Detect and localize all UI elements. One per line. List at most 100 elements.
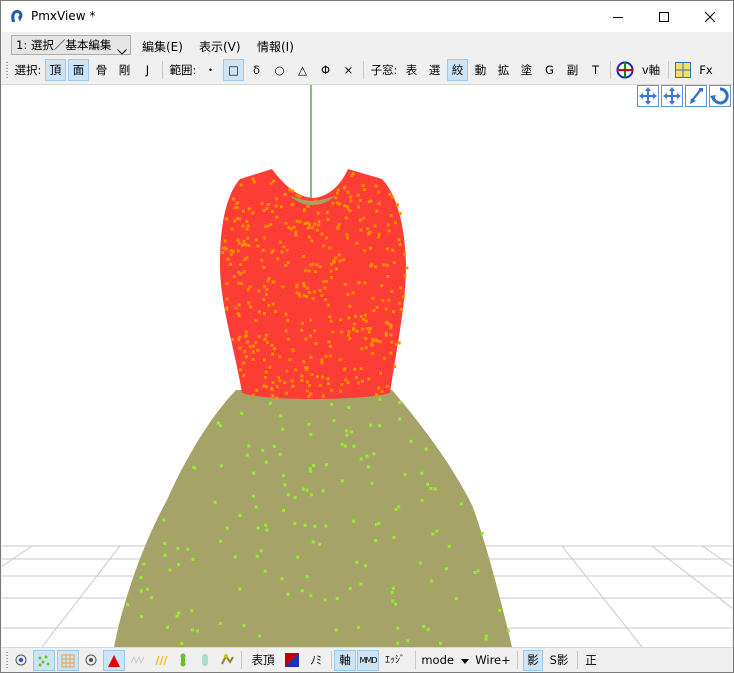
close-button[interactable] xyxy=(687,1,733,32)
range-circle-button[interactable]: ○ xyxy=(269,59,290,81)
child-t-button[interactable]: T xyxy=(585,59,606,81)
range-phi-button[interactable]: Φ xyxy=(315,59,336,81)
vertex-point xyxy=(258,310,262,314)
show-faces-button[interactable] xyxy=(103,650,125,671)
statusbar-grip[interactable] xyxy=(6,652,8,668)
v-axis-icon-button[interactable] xyxy=(614,59,636,81)
vertex-point xyxy=(399,286,403,290)
material-color-button[interactable] xyxy=(281,650,303,671)
orthographic-toggle[interactable]: 正 xyxy=(581,650,601,671)
wire-plus-toggle[interactable]: Wire+ xyxy=(473,650,513,671)
vertex-point xyxy=(240,412,244,415)
vertex-point xyxy=(382,263,386,267)
show-points-button[interactable] xyxy=(11,650,31,671)
child-sub-button[interactable]: 副 xyxy=(562,59,583,81)
vertex-point xyxy=(340,442,344,446)
vertex-point xyxy=(261,248,265,252)
vertex-point xyxy=(236,238,240,242)
fx-icon-button[interactable] xyxy=(673,59,693,81)
child-paint-button[interactable]: 塗 xyxy=(516,59,537,81)
vertex-point xyxy=(229,253,233,257)
viewport-canvas[interactable] xyxy=(2,85,732,647)
edge-toggle[interactable]: ｴｯｼﾞ xyxy=(381,650,409,671)
vertex-point xyxy=(352,327,355,331)
child-select-button[interactable]: 選 xyxy=(424,59,445,81)
shadow-toggle[interactable]: 影 xyxy=(523,650,543,671)
pan-xy-button[interactable] xyxy=(637,85,659,107)
vertex-point xyxy=(409,439,413,443)
vertex-point xyxy=(257,289,261,293)
vertex-point xyxy=(352,322,356,326)
vertex-point xyxy=(237,241,241,245)
show-vertex-toggle[interactable]: 表頂 xyxy=(247,650,279,671)
child-g-button[interactable]: G xyxy=(539,59,560,81)
vertex-point xyxy=(357,205,360,209)
select-rigid-button[interactable]: 剛 xyxy=(114,59,135,81)
select-vertex-button[interactable]: 頂 xyxy=(45,59,66,81)
vertex-point xyxy=(264,376,267,379)
child-motion-button[interactable]: 動 xyxy=(470,59,491,81)
show-wire-button[interactable] xyxy=(127,650,149,671)
range-delta-button[interactable]: δ xyxy=(246,59,267,81)
select-joint-button[interactable]: J xyxy=(137,59,158,81)
vertex-point xyxy=(335,597,339,600)
show-mesh-button[interactable] xyxy=(57,650,79,671)
mode-dropdown[interactable]: mode xyxy=(421,650,469,671)
child-filter-button[interactable]: 絞 xyxy=(447,59,468,81)
show-rigid-button[interactable] xyxy=(195,650,215,671)
select-face-button[interactable]: 面 xyxy=(68,59,89,81)
vertex-point xyxy=(316,375,319,379)
range-triangle-button[interactable]: △ xyxy=(292,59,313,81)
vertex-point xyxy=(360,347,364,351)
vertex-point xyxy=(315,228,319,232)
vertex-point xyxy=(358,218,362,222)
show-bones-button[interactable] xyxy=(173,650,193,671)
pan-yz-button[interactable] xyxy=(661,85,683,107)
vertex-point xyxy=(309,334,312,338)
show-green-points-button[interactable] xyxy=(33,650,55,671)
self-shadow-toggle[interactable]: S影 xyxy=(545,650,573,671)
show-center-button[interactable] xyxy=(81,650,101,671)
vertex-point xyxy=(233,205,237,209)
vertex-point xyxy=(355,329,359,333)
vertex-point xyxy=(396,626,400,630)
vertex-point xyxy=(369,199,373,203)
mmd-toggle[interactable]: MMD xyxy=(357,650,379,671)
fx-button[interactable]: Fx xyxy=(695,59,717,81)
axis-toggle[interactable]: 軸 xyxy=(334,650,356,671)
menu-info[interactable]: 情報(I) xyxy=(257,38,294,55)
range-rect-button[interactable]: □ xyxy=(223,59,244,81)
vertex-point xyxy=(168,568,172,572)
toolbar-grip[interactable] xyxy=(6,62,8,78)
vertex-point xyxy=(309,594,313,598)
statusbar-separator xyxy=(517,651,518,669)
vertex-point xyxy=(332,419,336,423)
maximize-button[interactable] xyxy=(641,1,687,32)
3d-viewport[interactable] xyxy=(2,85,732,647)
vertex-point xyxy=(291,189,295,193)
rotate-icon xyxy=(710,87,729,105)
vertex-point xyxy=(163,541,167,545)
range-cross-button[interactable]: × xyxy=(338,59,359,81)
menu-edit[interactable]: 編集(E) xyxy=(142,38,183,55)
vertex-point xyxy=(310,373,314,377)
vertex-point xyxy=(242,209,245,213)
vertex-point xyxy=(361,317,365,321)
zoom-button[interactable] xyxy=(685,85,707,107)
select-bone-button[interactable]: 骨 xyxy=(91,59,112,81)
mi-button[interactable]: ﾉﾐ xyxy=(305,650,327,671)
statusbar-separator xyxy=(241,651,242,669)
mode-select-dropdown[interactable]: 1: 選択／基本編集 xyxy=(11,35,131,55)
vertex-point xyxy=(324,524,328,528)
child-table-button[interactable]: 表 xyxy=(401,59,422,81)
range-point-button[interactable]: ・ xyxy=(200,59,221,81)
statusbar-separator xyxy=(331,651,332,669)
child-extend-button[interactable]: 拡 xyxy=(493,59,514,81)
minimize-button[interactable] xyxy=(595,1,641,32)
show-joint-button[interactable] xyxy=(217,650,237,671)
v-axis-button[interactable]: v軸 xyxy=(638,59,664,81)
menu-display[interactable]: 表示(V) xyxy=(199,38,241,55)
vertex-point xyxy=(295,193,299,197)
rotate-button[interactable] xyxy=(709,85,731,107)
show-weight-button[interactable] xyxy=(151,650,171,671)
